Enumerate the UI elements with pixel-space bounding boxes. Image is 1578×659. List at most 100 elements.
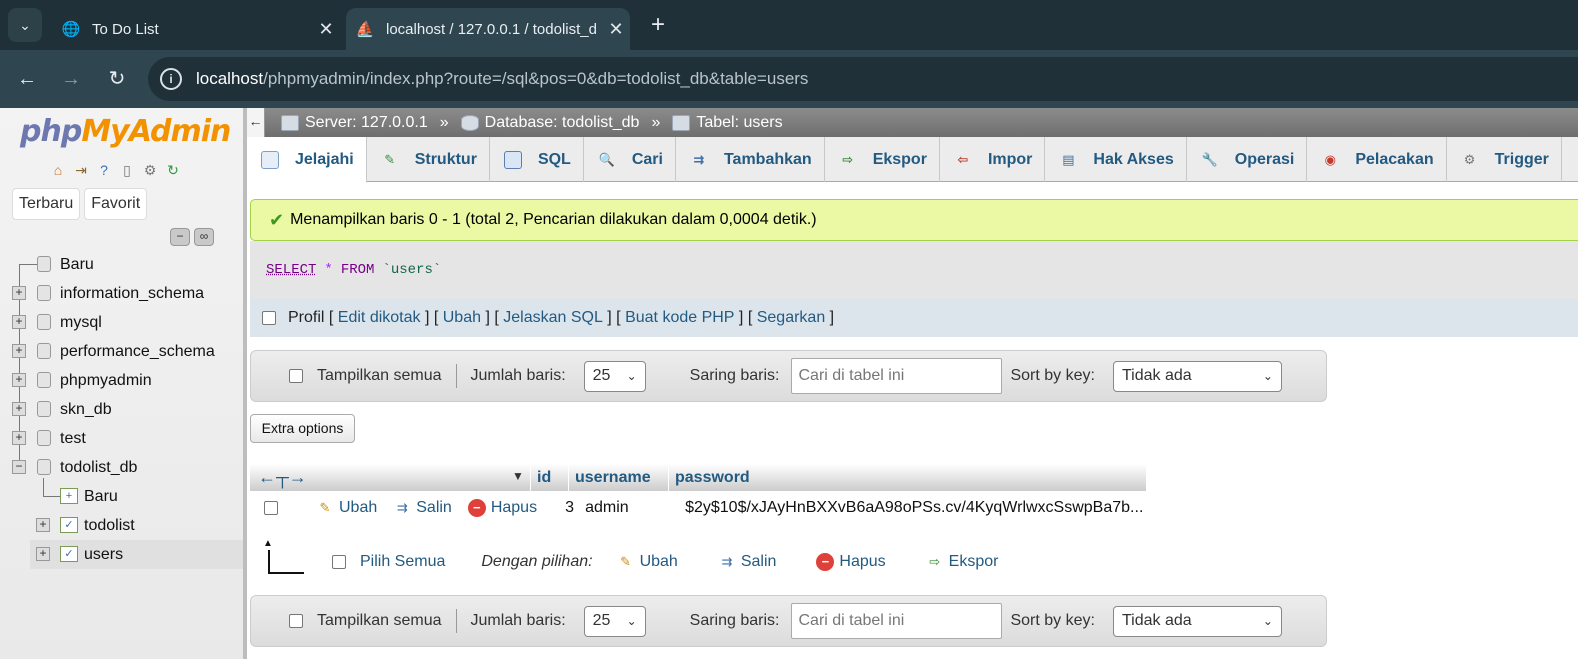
tab-search-button[interactable]: ⌄ — [8, 8, 42, 42]
column-arrows-icon[interactable]: ←┬→ ▼ — [250, 467, 530, 488]
explain-sql-link[interactable]: Jelaskan SQL — [503, 309, 603, 327]
help-icon[interactable]: ? — [94, 160, 114, 180]
browser-tab-phpmyadmin[interactable]: ⛵ localhost / 127.0.0.1 / todolist_d ✕ — [346, 8, 630, 50]
bulk-edit-button[interactable]: ✎ Ubah — [617, 553, 678, 571]
tree-item-information-schema[interactable]: + information_schema — [0, 279, 243, 308]
row-edit-button[interactable]: ✎ Ubah — [316, 499, 378, 517]
docs-icon[interactable]: ▯ — [117, 160, 137, 180]
breadcrumb-table[interactable]: Tabel: users — [672, 114, 783, 132]
tab-structure[interactable]: ✎ Struktur — [367, 137, 490, 182]
trigger-icon: ⚙ — [1463, 151, 1476, 167]
bulk-export-button[interactable]: ⇨ Ekspor — [926, 553, 998, 571]
expand-icon[interactable]: + — [12, 373, 26, 387]
tab-tracking[interactable]: ◉ Pelacakan — [1307, 137, 1447, 182]
collapse-nav-icon[interactable]: ← — [247, 108, 265, 137]
sort-by-key-select[interactable]: Tidak ada ⌄ — [1112, 360, 1282, 392]
tab-import[interactable]: ⇦ Impor — [940, 137, 1046, 182]
bulk-copy-button[interactable]: ⇉ Salin — [718, 553, 776, 571]
sql-query-box[interactable]: SELECT * FROM `users` — [250, 241, 1578, 299]
edit-inline-link[interactable]: Edit dikotak — [338, 309, 421, 327]
browser-tab-todo[interactable]: 🌐 To Do List ✕ — [52, 8, 340, 50]
tree-item-users[interactable]: + ✓ users — [30, 540, 243, 569]
tree-item-performance-schema[interactable]: + performance_schema — [0, 337, 243, 366]
reload-nav-icon[interactable]: ↻ — [163, 160, 183, 180]
expand-icon[interactable]: + — [12, 315, 26, 329]
rows-per-page-select[interactable]: 25 ⌄ — [583, 360, 646, 392]
tab-search[interactable]: 🔍 Cari — [584, 137, 676, 182]
new-tab-button[interactable]: + — [644, 10, 672, 40]
tab-browse[interactable]: Jelajahi — [247, 137, 367, 183]
cell-id[interactable]: 3 — [565, 499, 585, 517]
pencil-icon: ✎ — [620, 554, 632, 569]
home-icon[interactable]: ⌂ — [48, 160, 68, 180]
expand-icon[interactable]: + — [12, 286, 26, 300]
database-icon — [37, 285, 51, 301]
close-icon[interactable]: ✕ — [312, 19, 340, 40]
bulk-delete-button[interactable]: − Hapus — [816, 553, 886, 571]
tab-title: localhost / 127.0.0.1 / todolist_d — [386, 20, 597, 38]
search-icon: 🔍 — [598, 151, 615, 167]
address-bar[interactable]: i localhost/phpmyadmin/index.php?route=/… — [148, 57, 1578, 101]
profiling-checkbox[interactable] — [262, 311, 276, 325]
row-copy-button[interactable]: ⇉ Salin — [393, 499, 452, 517]
browse-icon — [261, 150, 279, 169]
tree-item-test[interactable]: + test — [0, 424, 243, 453]
filter-rows-input[interactable]: Cari di tabel ini — [791, 603, 1003, 639]
expand-icon[interactable]: + — [12, 344, 26, 358]
forward-button[interactable]: → — [56, 64, 86, 94]
create-php-link[interactable]: Buat kode PHP — [625, 309, 734, 327]
refresh-link[interactable]: Segarkan — [757, 309, 826, 327]
filter-rows-input[interactable]: Cari di tabel ini — [791, 358, 1003, 394]
expand-icon[interactable]: + — [12, 431, 26, 445]
tab-sql[interactable]: SQL — [490, 137, 584, 182]
tree-item-new-table[interactable]: + Baru — [0, 478, 243, 511]
recent-button[interactable]: Terbaru — [12, 188, 81, 220]
gear-icon[interactable]: ⚙ — [140, 160, 160, 180]
select-all-link[interactable]: Pilih Semua — [360, 553, 445, 571]
column-header-id[interactable]: id — [530, 464, 568, 491]
phpmyadmin-logo[interactable]: phpMyAdmin — [20, 114, 231, 149]
tab-operations[interactable]: 🔧 Operasi — [1187, 137, 1308, 182]
tab-insert[interactable]: ⇉ Tambahkan — [676, 137, 825, 182]
tree-item-new-db[interactable]: Baru — [0, 250, 243, 279]
sort-by-key-select[interactable]: Tidak ada ⌄ — [1112, 605, 1282, 637]
extra-options-button[interactable]: Extra options — [250, 414, 355, 443]
select-all-checkbox[interactable] — [332, 555, 346, 569]
row-delete-button[interactable]: − Hapus — [467, 499, 537, 517]
tree-item-todolist-db[interactable]: − todolist_db — [0, 453, 243, 482]
tree-item-phpmyadmin[interactable]: + phpmyadmin — [0, 366, 243, 395]
tree-item-skn-db[interactable]: + skn_db — [0, 395, 243, 424]
rows-per-page-select[interactable]: 25 ⌄ — [583, 605, 646, 637]
link-icon[interactable]: ∞ — [194, 228, 214, 246]
tree-item-todolist[interactable]: + ✓ todolist — [0, 511, 243, 540]
expand-icon[interactable]: + — [36, 518, 50, 532]
back-button[interactable]: ← — [12, 64, 42, 94]
show-all-checkbox[interactable] — [289, 614, 303, 628]
cell-password[interactable]: $2y$10$/xJAyHnBXXvB6aA98oPSs.cv/4KyqWrlw… — [685, 499, 1143, 517]
panel-resizer[interactable] — [243, 108, 247, 659]
breadcrumb-server[interactable]: Server: 127.0.0.1 — [281, 114, 428, 132]
tab-privileges[interactable]: ▤ Hak Akses — [1045, 137, 1187, 182]
collapse-all-icon[interactable]: − — [170, 228, 190, 246]
close-icon[interactable]: ✕ — [602, 19, 630, 40]
collapse-icon[interactable]: − — [12, 460, 26, 474]
breadcrumb-database[interactable]: Database: todolist_db — [460, 114, 639, 132]
column-header-password[interactable]: password — [668, 464, 1146, 491]
show-all-checkbox[interactable] — [289, 369, 303, 383]
url-text[interactable]: localhost/phpmyadmin/index.php?route=/sq… — [196, 69, 808, 89]
logout-icon[interactable]: ⇥ — [71, 160, 91, 180]
favorites-button[interactable]: Favorit — [84, 188, 148, 220]
edit-link[interactable]: Ubah — [443, 309, 481, 327]
tab-export[interactable]: ⇨ Ekspor — [825, 137, 940, 182]
expand-icon[interactable]: + — [12, 402, 26, 416]
tab-triggers[interactable]: ⚙ Trigger — [1447, 137, 1562, 182]
tree-item-mysql[interactable]: + mysql — [0, 308, 243, 337]
pencil-icon: ✎ — [319, 500, 331, 515]
reload-button[interactable]: ↻ — [102, 64, 132, 94]
site-info-icon[interactable]: i — [160, 68, 182, 90]
globe-icon: 🌐 — [61, 21, 81, 38]
column-header-username[interactable]: username — [568, 464, 668, 491]
cell-username[interactable]: admin — [585, 499, 685, 517]
expand-icon[interactable]: + — [36, 547, 50, 561]
row-checkbox[interactable] — [264, 501, 278, 515]
